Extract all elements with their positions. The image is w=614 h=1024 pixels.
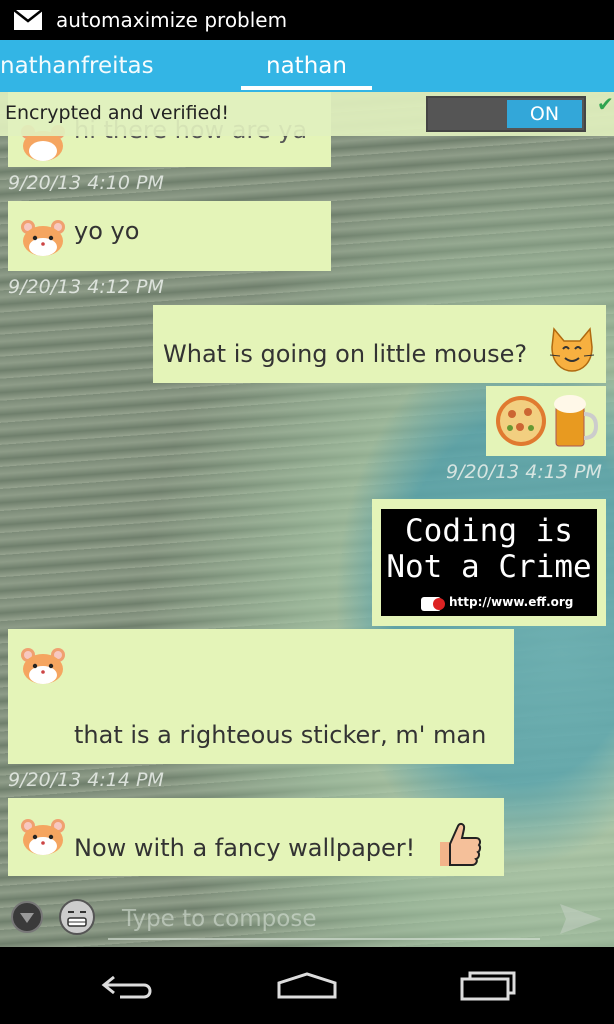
message-timestamp: 9/20/13 4:13 PM [446, 461, 602, 483]
mail-icon [13, 9, 43, 30]
tab-bar: nathanfreitas nathan [0, 40, 614, 92]
send-icon[interactable] [558, 902, 604, 936]
verified-check-icon: ✔ [597, 92, 614, 116]
cat-emoji-icon [549, 327, 595, 372]
home-icon[interactable] [276, 971, 338, 1001]
tab-label: nathan [266, 53, 347, 79]
hamster-emoji-icon [21, 220, 65, 256]
composer: Type to compose [0, 888, 614, 947]
eff-sticker: Coding is Not a Crime http://www.eff.org [381, 509, 597, 616]
message-text: What is going on little mouse? [163, 340, 528, 368]
navigation-bar [0, 947, 614, 1024]
back-icon[interactable] [100, 971, 156, 1001]
message-bubble[interactable]: that is a righteous sticker, m' man [8, 629, 514, 764]
notification-title: automaximize problem [56, 8, 288, 32]
sticker-url: http://www.eff.org [449, 595, 574, 609]
encryption-status-bar: Encrypted and verified! ON ✔ [0, 92, 614, 136]
message-timestamp: 9/20/13 4:14 PM [8, 769, 164, 791]
status-bar: automaximize problem [0, 0, 614, 40]
pizza-emoji-icon [496, 396, 546, 446]
eff-logo-icon [421, 597, 445, 611]
compose-input[interactable]: Type to compose [108, 904, 540, 940]
sticker-bubble[interactable]: Coding is Not a Crime http://www.eff.org [372, 499, 606, 626]
recent-apps-icon[interactable] [458, 969, 518, 1003]
encryption-toggle[interactable]: ON [426, 96, 586, 132]
tab-active-indicator [241, 86, 372, 90]
message-bubble[interactable]: yo yo [8, 201, 331, 271]
message-timestamp: 9/20/13 4:10 PM [8, 172, 164, 194]
encryption-status-label: Encrypted and verified! [5, 102, 229, 124]
message-text: yo yo [74, 217, 140, 245]
sticker-line-1: Coding is [405, 513, 573, 549]
hamster-emoji-icon [21, 648, 65, 684]
hamster-emoji-icon [21, 819, 65, 855]
message-bubble[interactable]: Now with a fancy wallpaper! [8, 798, 504, 876]
expand-options-icon[interactable] [10, 900, 44, 934]
message-text: Now with a fancy wallpaper! [74, 834, 416, 862]
message-bubble-outgoing[interactable] [486, 386, 606, 456]
message-timestamp: 9/20/13 4:12 PM [8, 276, 164, 298]
chat-area[interactable]: hi there how are ya 9/20/13 4:10 PM yo y… [0, 92, 614, 947]
compose-placeholder: Type to compose [122, 906, 317, 932]
message-bubble-outgoing[interactable]: What is going on little mouse? [153, 305, 606, 383]
sticker-line-2: Not a Crime [386, 549, 592, 585]
message-text: that is a righteous sticker, m' man [74, 721, 487, 749]
thumbs-up-emoji-icon [440, 822, 482, 866]
tab-nathanfreitas[interactable]: nathanfreitas [0, 40, 200, 92]
tab-nathan[interactable]: nathan [241, 40, 372, 92]
beer-emoji-icon [554, 395, 598, 447]
emoji-picker-icon[interactable] [58, 898, 96, 936]
toggle-on-label: ON [507, 100, 582, 128]
